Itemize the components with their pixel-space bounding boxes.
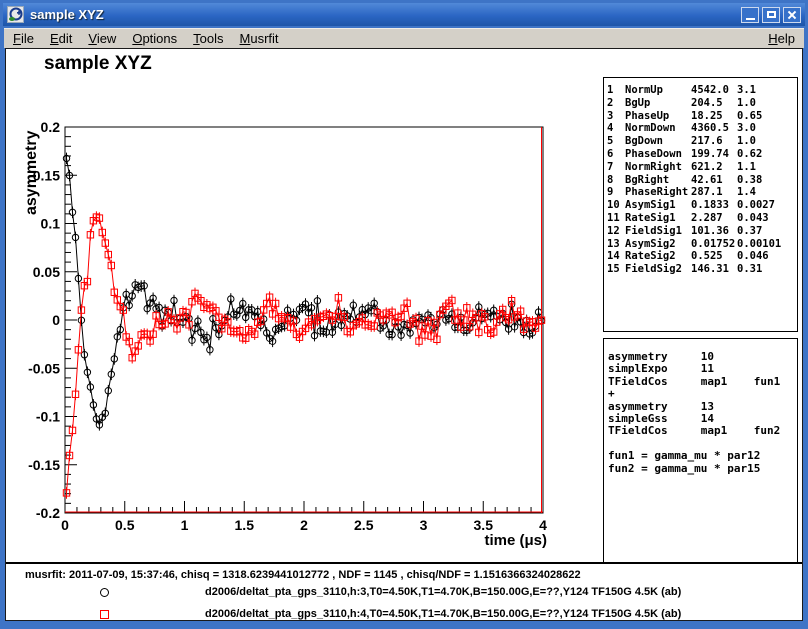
parameter-row: 12FieldSig1101.360.37 bbox=[607, 225, 797, 238]
theory-text: asymmetry 10 simplExpo 11 TFieldCos map1… bbox=[604, 339, 797, 475]
parameter-row: 9PhaseRight287.11.4 bbox=[607, 186, 797, 199]
parameter-row: 10AsymSig10.18330.0027 bbox=[607, 199, 797, 212]
parameter-box: 1NormUp4542.03.12BgUp204.51.03PhaseUp18.… bbox=[603, 77, 798, 332]
menu-item-tools[interactable]: Tools bbox=[193, 31, 223, 46]
parameter-list: 1NormUp4542.03.12BgUp204.51.03PhaseUp18.… bbox=[607, 84, 797, 276]
svg-text:0.05: 0.05 bbox=[33, 264, 60, 280]
menu-item-help[interactable]: Help bbox=[768, 31, 795, 46]
fit-status-text: musrfit: 2011-07-09, 15:37:46, chisq = 1… bbox=[25, 569, 581, 581]
menu-item-view[interactable]: View bbox=[88, 31, 116, 46]
close-icon bbox=[787, 10, 797, 20]
svg-text:1.5: 1.5 bbox=[235, 517, 255, 533]
svg-text:2.5: 2.5 bbox=[354, 517, 374, 533]
parameter-row: 7NormRight621.21.1 bbox=[607, 161, 797, 174]
menu-item-file[interactable]: File bbox=[13, 31, 34, 46]
minimize-button[interactable] bbox=[741, 7, 759, 23]
svg-text:3.5: 3.5 bbox=[474, 517, 494, 533]
y-axis-title: asymmetry bbox=[23, 130, 40, 215]
app-icon bbox=[7, 6, 24, 23]
menubar-right: Help bbox=[768, 31, 804, 46]
parameter-row: 4NormDown4360.53.0 bbox=[607, 122, 797, 135]
svg-text:0.5: 0.5 bbox=[115, 517, 135, 533]
svg-text:2: 2 bbox=[300, 517, 308, 533]
svg-text:0: 0 bbox=[52, 312, 60, 328]
svg-text:-0.1: -0.1 bbox=[36, 409, 60, 425]
parameter-row: 11RateSig12.2870.043 bbox=[607, 212, 797, 225]
parameter-row: 1NormUp4542.03.1 bbox=[607, 84, 797, 97]
root-canvas[interactable]: sample XYZ 00.511.522.533.54time (μs)-0.… bbox=[5, 48, 803, 621]
svg-text:0: 0 bbox=[61, 517, 69, 533]
x-axis-title: time (μs) bbox=[484, 532, 547, 549]
menubar-left: File Edit View Options Tools Musrfit bbox=[4, 31, 279, 46]
theory-box: asymmetry 10 simplExpo 11 TFieldCos map1… bbox=[603, 338, 798, 564]
menu-item-edit[interactable]: Edit bbox=[50, 31, 72, 46]
maximize-button[interactable] bbox=[762, 7, 780, 23]
menu-item-musrfit[interactable]: Musrfit bbox=[240, 31, 279, 46]
legend-label: d2006/deltat_pta_gps_3110,h:3,T0=4.50K,T… bbox=[205, 586, 681, 598]
parameter-row: 6PhaseDown199.740.62 bbox=[607, 148, 797, 161]
parameter-row: 15FieldSig2146.310.31 bbox=[607, 263, 797, 276]
svg-text:-0.15: -0.15 bbox=[28, 457, 60, 473]
titlebar[interactable]: sample XYZ bbox=[3, 3, 805, 26]
parameter-row: 2BgUp204.51.0 bbox=[607, 97, 797, 110]
window-controls bbox=[741, 7, 805, 23]
parameter-row: 14RateSig20.5250.046 bbox=[607, 250, 797, 263]
window-title: sample XYZ bbox=[30, 7, 104, 22]
series-circles bbox=[63, 153, 544, 431]
parameter-row: 3PhaseUp18.250.65 bbox=[607, 110, 797, 123]
menu-item-options[interactable]: Options bbox=[132, 31, 177, 46]
separator-line bbox=[6, 562, 802, 564]
svg-text:3: 3 bbox=[420, 517, 428, 533]
x-axis: 0 0.5 1 1.5 2 2.5 3 3.5 4time (μs) bbox=[61, 501, 547, 549]
plot-area[interactable]: 0 0.5 1 1.5 2 2.5 3 3.5 4time (μs) -0.2 -0.15 -0.1 -… bbox=[6, 49, 606, 569]
close-button[interactable] bbox=[783, 7, 801, 23]
svg-text:0.2: 0.2 bbox=[41, 119, 61, 135]
svg-text:-0.2: -0.2 bbox=[36, 505, 60, 521]
parameter-row: 8BgRight42.610.38 bbox=[607, 174, 797, 187]
parameter-row: 5BgDown217.61.0 bbox=[607, 135, 797, 148]
parameter-row: 13AsymSig20.017520.00101 bbox=[607, 238, 797, 251]
svg-text:1: 1 bbox=[181, 517, 189, 533]
svg-text:-0.05: -0.05 bbox=[28, 360, 60, 376]
svg-text:0.1: 0.1 bbox=[41, 216, 61, 232]
series-squares bbox=[63, 211, 544, 498]
svg-text:4: 4 bbox=[539, 517, 547, 533]
musrfit-window: sample XYZ File Edit View Options Tools Musrf… bbox=[0, 0, 808, 629]
legend-label: d2006/deltat_pta_gps_3110,h:4,T0=4.50K,T… bbox=[205, 608, 681, 620]
legend-square-marker bbox=[100, 610, 109, 619]
menubar: File Edit View Options Tools Musrfit Help bbox=[4, 28, 804, 48]
legend-row: d2006/deltat_pta_gps_3110,h:4,T0=4.50K,T… bbox=[6, 608, 802, 622]
legend-circle-marker bbox=[100, 588, 109, 597]
minimize-icon bbox=[746, 18, 755, 20]
legend-row: d2006/deltat_pta_gps_3110,h:3,T0=4.50K,T… bbox=[6, 586, 802, 600]
maximize-icon bbox=[767, 11, 776, 18]
